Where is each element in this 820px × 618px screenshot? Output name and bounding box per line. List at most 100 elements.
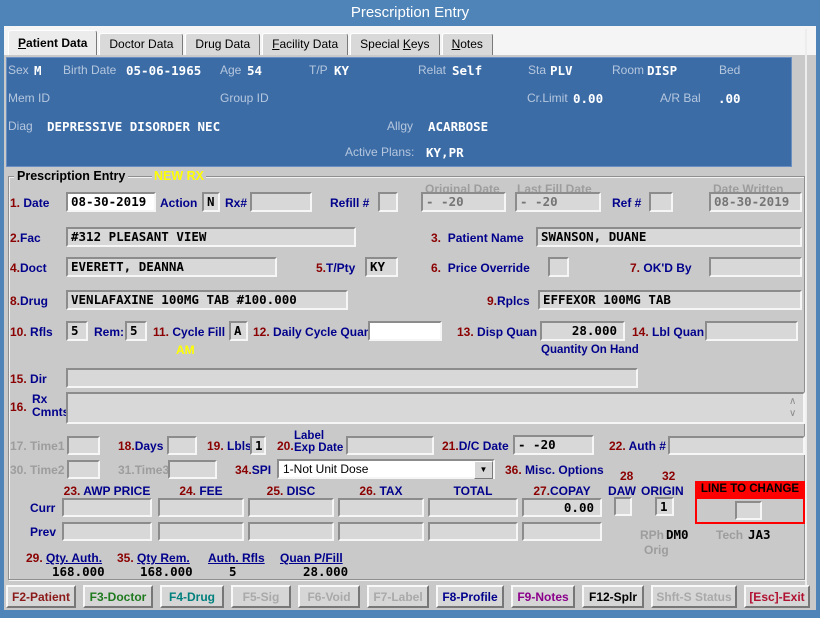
f2-patient-button[interactable]: F2-Patient: [6, 585, 76, 608]
sta-label: Sta: [528, 63, 547, 77]
scroll-down-icon[interactable]: ∨: [789, 409, 796, 419]
rfls-label: 10. Rfls: [10, 325, 53, 339]
curr-copay-input[interactable]: 0.00: [522, 498, 602, 517]
patient-name-input[interactable]: SWANSON, DUANE: [536, 227, 802, 247]
function-key-bar: F2-Patient F3-Doctor F4-Drug F5-Sig F6-V…: [6, 585, 810, 608]
tp-value: KY: [334, 63, 350, 78]
right-edge-highlight: [805, 29, 807, 608]
label-exp-date-num: 20.: [277, 439, 294, 453]
action-input[interactable]: N: [202, 192, 220, 212]
chevron-down-icon[interactable]: ▼: [474, 461, 493, 479]
time3-input[interactable]: [168, 460, 217, 479]
curr-tax-input[interactable]: [338, 498, 424, 517]
time1-input[interactable]: [67, 436, 100, 455]
lbls-input[interactable]: 1: [250, 436, 266, 455]
f3-doctor-button[interactable]: F3-Doctor: [83, 585, 153, 608]
esc-exit-button[interactable]: [Esc]-Exit: [744, 585, 810, 608]
rx-cmnts-textarea[interactable]: [66, 392, 805, 424]
f5-sig-button[interactable]: F5-Sig: [231, 585, 291, 608]
dc-date-input[interactable]: - -20: [513, 435, 594, 455]
tab-doctor-data[interactable]: Doctor Data: [99, 33, 184, 55]
ar-bal-value: .00: [718, 91, 741, 106]
prev-tax-field: [338, 522, 424, 541]
date-input[interactable]: 08-30-2019: [66, 192, 156, 212]
qty-rem-value: 168.000: [140, 564, 193, 579]
rem-input[interactable]: 5: [125, 321, 147, 341]
drug-input[interactable]: VENLAFAXINE 100MG TAB #100.000: [66, 290, 348, 310]
lbl-quan-input[interactable]: [705, 321, 798, 341]
room-label: Room: [612, 63, 645, 77]
patient-name-label: 3. Patient Name: [431, 231, 524, 245]
cr-limit-label: Cr.Limit: [527, 91, 568, 105]
ref-input[interactable]: [649, 192, 673, 212]
label-exp-date-input[interactable]: [346, 436, 434, 455]
rx-number-input[interactable]: [250, 192, 312, 212]
daw-input[interactable]: [614, 497, 632, 516]
curr-fee-input[interactable]: [158, 498, 244, 517]
time2-input[interactable]: [67, 460, 100, 479]
tpty-label: 5.T/Pty: [316, 261, 356, 275]
f12-splr-button[interactable]: F12-Splr: [582, 585, 644, 608]
rplcs-input[interactable]: EFFEXOR 100MG TAB: [538, 290, 802, 310]
curr-disc-input[interactable]: [248, 498, 334, 517]
tab-special-keys[interactable]: Special Keys: [350, 33, 440, 55]
allgy-label: Allgy: [387, 119, 414, 133]
daily-cycle-quan-input[interactable]: [368, 321, 442, 341]
rx-cmnts-label-line1: Rx: [32, 392, 48, 406]
origin-input[interactable]: 1: [655, 497, 674, 516]
time2-label: 30. Time2: [10, 463, 65, 477]
daw-num: 28: [620, 469, 634, 483]
disc-header: 25. DISC: [266, 484, 316, 498]
tech-label: Tech: [716, 528, 744, 542]
tab-patient-data[interactable]: Patient Data: [8, 30, 98, 55]
tab-drug-data[interactable]: Drug Data: [185, 33, 261, 55]
refill-label: Refill #: [330, 196, 370, 210]
rfls-input[interactable]: 5: [66, 321, 88, 341]
shft-s-status-button[interactable]: Shft-S Status: [651, 585, 737, 608]
spi-label: 34.SPI: [235, 463, 272, 477]
date-field-label: 1. Date: [10, 196, 50, 210]
tab-notes[interactable]: Notes: [441, 33, 493, 55]
allgy-value: ACARBOSE: [428, 119, 489, 134]
f4-drug-button[interactable]: F4-Drug: [160, 585, 224, 608]
date-written-field[interactable]: 08-30-2019: [709, 192, 802, 212]
relat-label: Relat: [418, 63, 447, 77]
doct-input[interactable]: EVERETT, DEANNA: [66, 257, 277, 277]
original-date-field[interactable]: - -20: [421, 192, 506, 212]
fac-input[interactable]: #312 PLEASANT VIEW: [66, 227, 356, 247]
price-override-input[interactable]: [548, 257, 569, 277]
f9-notes-button[interactable]: F9-Notes: [511, 585, 575, 608]
days-input[interactable]: [167, 436, 197, 455]
action-label: Action: [160, 196, 198, 210]
curr-awp-input[interactable]: [62, 498, 152, 517]
f6-void-button[interactable]: F6-Void: [298, 585, 360, 608]
diag-label: Diag: [8, 119, 33, 133]
line-to-change-input[interactable]: [735, 501, 762, 520]
auth-input[interactable]: [668, 436, 805, 455]
disp-quan-input[interactable]: 28.000: [540, 321, 625, 341]
tab-facility-data[interactable]: Facility Data: [262, 33, 349, 55]
dir-label: 15. Dir: [10, 372, 47, 386]
f7-label-button[interactable]: F7-Label: [367, 585, 429, 608]
tpty-input[interactable]: KY: [365, 257, 398, 277]
groupbox-title: Prescription Entry: [14, 169, 129, 183]
curr-total-field[interactable]: [428, 498, 518, 517]
okd-by-input[interactable]: [709, 257, 802, 277]
relat-value: Self: [452, 63, 483, 78]
age-label: Age: [220, 63, 242, 77]
quan-pfill-value: 28.000: [303, 564, 349, 579]
time3-label: 31.Time3: [118, 463, 170, 477]
tp-label: T/P: [309, 63, 328, 77]
spi-select[interactable]: 1-Not Unit Dose ▼: [277, 459, 495, 479]
cycle-fill-input[interactable]: A: [229, 321, 248, 341]
f8-profile-button[interactable]: F8-Profile: [436, 585, 504, 608]
rplcs-label: 9.Rplcs: [487, 294, 530, 308]
refill-input[interactable]: [378, 192, 398, 212]
age-value: 54: [247, 63, 263, 78]
rx-number-label: Rx#: [225, 196, 248, 210]
active-plans-value: KY,PR: [426, 145, 464, 160]
cycle-fill-am-tag: AM: [176, 343, 195, 357]
scroll-up-icon[interactable]: ∧: [789, 397, 796, 407]
last-fill-date-field[interactable]: - -20: [515, 192, 601, 212]
dir-input[interactable]: [66, 368, 638, 388]
